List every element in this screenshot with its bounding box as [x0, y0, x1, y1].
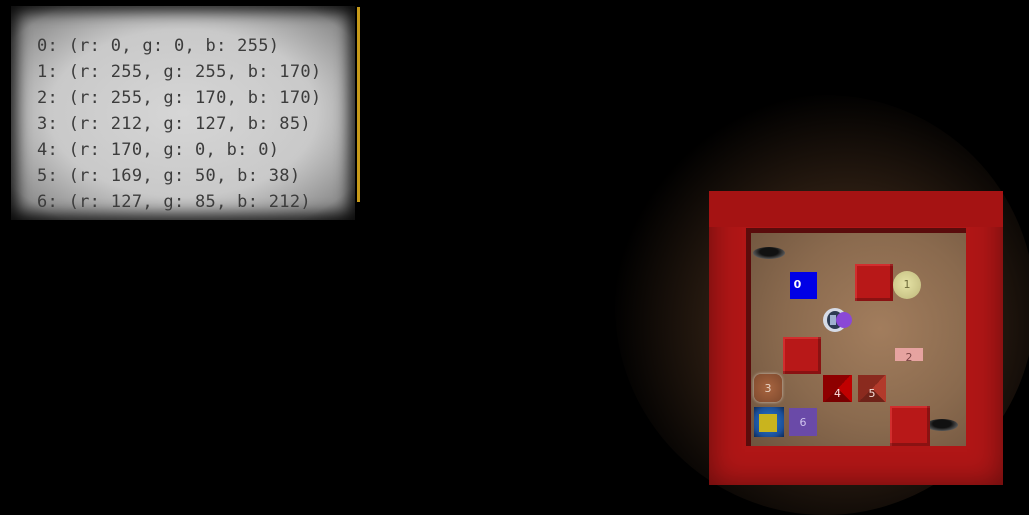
object-6-label: 6 — [799, 416, 807, 429]
room-wall-top — [709, 191, 1003, 227]
legend-entry-4: 4: (r: 170, g: 0, b: 0) — [37, 140, 280, 160]
object-4-label: 4 — [834, 387, 841, 400]
legend-entry-0: 0: (r: 0, g: 0, b: 255) — [37, 36, 280, 56]
red-block — [783, 337, 821, 374]
object-5: 5 — [858, 375, 886, 402]
object-2-label: 2 — [905, 351, 913, 364]
red-block — [855, 264, 893, 301]
object-2: 2 — [895, 348, 923, 364]
floor-hole — [926, 419, 958, 431]
legend-entry-3: 3: (r: 212, g: 127, b: 85) — [37, 114, 311, 134]
color-legend-panel: 0: (r: 0, g: 0, b: 255) 1: (r: 255, g: 2… — [11, 6, 355, 220]
agent-robot-icon — [823, 308, 852, 332]
game-viewport: 0: (r: 0, g: 0, b: 255) 1: (r: 255, g: 2… — [0, 0, 1029, 515]
legend-entry-1: 1: (r: 255, g: 255, b: 170) — [37, 62, 322, 82]
legend-entry-6: 6: (r: 127, g: 85, b: 212) — [37, 192, 311, 212]
legend-entry-2: 2: (r: 255, g: 170, b: 170) — [37, 88, 322, 108]
legend-entry-5: 5: (r: 169, g: 50, b: 38) — [37, 166, 301, 186]
object-1-label: 1 — [903, 278, 911, 291]
object-1: 1 — [893, 271, 921, 299]
red-block — [890, 406, 930, 446]
object-3: 3 — [754, 374, 782, 402]
legend-list: 0: (r: 0, g: 0, b: 255) 1: (r: 255, g: 2… — [37, 33, 321, 215]
object-0: 0 — [790, 272, 817, 299]
object-0-label: 0 — [793, 278, 802, 291]
floor-hole — [753, 247, 785, 259]
legend-accent-bar — [357, 7, 360, 202]
object-4: 4 — [823, 375, 852, 402]
object-5-label: 5 — [868, 387, 876, 400]
object-3-label: 3 — [764, 382, 772, 395]
object-6: 6 — [789, 408, 817, 436]
yellow-cube — [754, 407, 784, 437]
